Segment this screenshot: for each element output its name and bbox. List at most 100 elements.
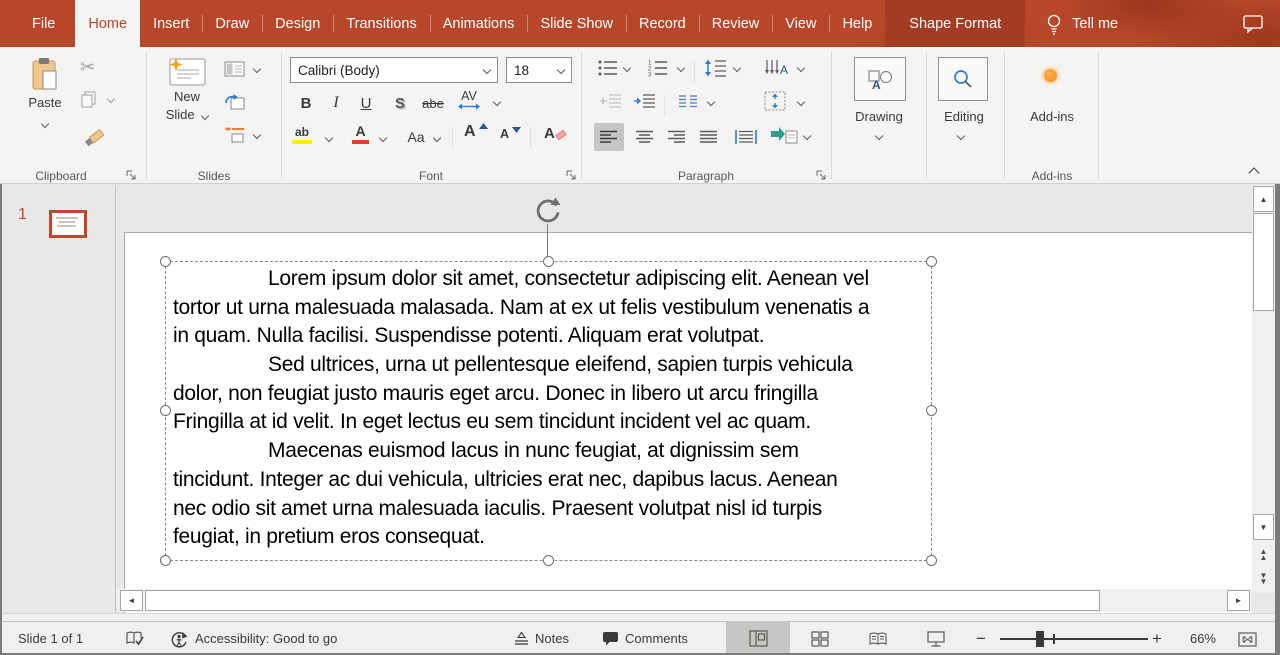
editing-button[interactable] bbox=[938, 57, 988, 101]
previous-slide-button[interactable]: ▲▲ bbox=[1253, 544, 1274, 566]
comments-button[interactable]: Comments bbox=[602, 622, 688, 655]
zoom-in-button[interactable]: + bbox=[1152, 622, 1162, 655]
clear-formatting-button[interactable]: A bbox=[544, 125, 566, 142]
italic-button[interactable]: I bbox=[328, 91, 344, 115]
character-spacing-button[interactable]: AV bbox=[458, 89, 480, 110]
font-size-combobox[interactable]: 18 bbox=[506, 57, 572, 83]
clipboard-dialog-launcher[interactable] bbox=[126, 170, 136, 180]
change-case-caret[interactable] bbox=[433, 134, 441, 142]
section-button[interactable] bbox=[224, 127, 245, 143]
underline-button[interactable]: U bbox=[356, 91, 376, 115]
bullets-caret[interactable] bbox=[623, 64, 631, 72]
notes-button[interactable]: Notes bbox=[514, 622, 569, 655]
change-case-button[interactable]: Aa bbox=[402, 125, 430, 149]
tab-design[interactable]: Design bbox=[262, 0, 333, 47]
tab-slide-show[interactable]: Slide Show bbox=[527, 0, 626, 47]
copy-dropdown-caret[interactable] bbox=[107, 95, 115, 103]
rotate-handle[interactable] bbox=[533, 195, 563, 225]
scroll-left-button[interactable]: ◄ bbox=[120, 590, 143, 611]
resize-handle-bottom-center[interactable] bbox=[543, 555, 554, 566]
slide-layout-button[interactable] bbox=[224, 61, 245, 77]
character-spacing-caret[interactable] bbox=[493, 98, 501, 106]
accessibility-checker-button[interactable]: Accessibility: Good to go bbox=[170, 622, 337, 655]
tab-record[interactable]: Record bbox=[626, 0, 699, 47]
new-slide-button[interactable]: New Slide bbox=[156, 55, 218, 122]
normal-view-button[interactable] bbox=[726, 622, 790, 655]
fit-slide-to-window-button[interactable] bbox=[1238, 622, 1257, 655]
slide-show-view-button[interactable] bbox=[908, 622, 964, 655]
tab-view[interactable]: View bbox=[772, 0, 829, 47]
resize-handle-top-right[interactable] bbox=[926, 256, 937, 267]
copy-button[interactable] bbox=[80, 91, 97, 108]
align-right-button[interactable] bbox=[662, 123, 692, 151]
slide-sorter-view-button[interactable] bbox=[792, 622, 848, 655]
align-center-button[interactable] bbox=[630, 123, 660, 151]
zoom-slider-thumb[interactable] bbox=[1036, 631, 1044, 647]
reading-view-button[interactable] bbox=[850, 622, 906, 655]
horizontal-scrollbar-thumb[interactable] bbox=[145, 590, 1100, 611]
section-dropdown-caret[interactable] bbox=[253, 131, 261, 139]
increase-font-size-button[interactable]: A bbox=[464, 123, 488, 141]
convert-to-smartart-button[interactable] bbox=[770, 125, 798, 145]
tell-me-button[interactable]: Tell me bbox=[1045, 0, 1118, 47]
justify-button[interactable] bbox=[694, 123, 724, 151]
drawing-caret[interactable] bbox=[875, 132, 883, 140]
increase-indent-button[interactable] bbox=[634, 93, 656, 109]
comments-titlebar-button[interactable] bbox=[1243, 15, 1264, 33]
distributed-button[interactable] bbox=[730, 123, 762, 151]
decrease-font-size-button[interactable]: A bbox=[500, 127, 521, 141]
decrease-indent-button[interactable] bbox=[600, 93, 622, 109]
zoom-out-button[interactable]: − bbox=[976, 622, 986, 655]
resize-handle-top-left[interactable] bbox=[160, 256, 171, 267]
font-color-button[interactable]: A bbox=[352, 123, 369, 144]
numbering-caret[interactable] bbox=[677, 64, 685, 72]
resize-handle-bottom-right[interactable] bbox=[926, 555, 937, 566]
resize-handle-middle-right[interactable] bbox=[926, 405, 937, 416]
tab-draw[interactable]: Draw bbox=[202, 0, 262, 47]
vertical-scrollbar-thumb[interactable] bbox=[1253, 213, 1274, 311]
tab-home[interactable]: Home bbox=[75, 0, 140, 47]
scroll-right-button[interactable]: ► bbox=[1227, 590, 1250, 611]
text-direction-button[interactable]: A bbox=[764, 59, 790, 77]
align-text-button[interactable] bbox=[764, 91, 786, 111]
line-spacing-button[interactable] bbox=[704, 59, 727, 77]
format-painter-button[interactable] bbox=[82, 127, 106, 147]
text-direction-caret[interactable] bbox=[797, 64, 805, 72]
font-name-combobox[interactable]: Calibri (Body) bbox=[290, 57, 498, 83]
columns-caret[interactable] bbox=[707, 98, 715, 106]
font-color-caret[interactable] bbox=[379, 134, 387, 142]
resize-handle-bottom-left[interactable] bbox=[160, 555, 171, 566]
tab-review[interactable]: Review bbox=[699, 0, 773, 47]
resize-handle-top-center[interactable] bbox=[543, 256, 554, 267]
highlight-color-button[interactable]: ab bbox=[292, 125, 312, 144]
line-spacing-caret[interactable] bbox=[733, 64, 741, 72]
collapse-ribbon-button[interactable] bbox=[1248, 167, 1259, 178]
tab-transitions[interactable]: Transitions bbox=[333, 0, 429, 47]
scroll-up-button[interactable]: ▲ bbox=[1253, 186, 1274, 212]
zoom-level[interactable]: 66% bbox=[1178, 622, 1216, 655]
numbering-button[interactable]: 123 bbox=[648, 59, 668, 77]
addin-icon[interactable] bbox=[1044, 69, 1057, 82]
highlight-caret[interactable] bbox=[325, 134, 333, 142]
next-slide-button[interactable]: ▼▼ bbox=[1253, 568, 1274, 590]
tab-help[interactable]: Help bbox=[829, 0, 885, 47]
addins-button-label[interactable]: Add-ins bbox=[1006, 109, 1098, 124]
font-dialog-launcher[interactable] bbox=[566, 170, 576, 180]
paste-button[interactable]: Paste bbox=[16, 55, 74, 130]
tab-insert[interactable]: Insert bbox=[140, 0, 202, 47]
bullets-button[interactable] bbox=[598, 59, 618, 77]
slide-thumbnail[interactable] bbox=[49, 210, 87, 238]
reset-slide-button[interactable] bbox=[224, 93, 245, 110]
align-text-caret[interactable] bbox=[797, 98, 805, 106]
paragraph-dialog-launcher[interactable] bbox=[816, 170, 826, 180]
scroll-down-button[interactable]: ▼ bbox=[1253, 514, 1274, 540]
smartart-caret[interactable] bbox=[803, 132, 811, 140]
cut-button[interactable]: ✂ bbox=[80, 57, 95, 78]
spell-check-button[interactable] bbox=[126, 622, 144, 655]
drawing-button[interactable]: A bbox=[854, 57, 906, 101]
resize-handle-middle-left[interactable] bbox=[160, 405, 171, 416]
zoom-slider-track[interactable] bbox=[1000, 638, 1148, 640]
editing-caret[interactable] bbox=[957, 132, 965, 140]
tab-animations[interactable]: Animations bbox=[430, 0, 528, 47]
tab-file[interactable]: File bbox=[12, 0, 75, 47]
